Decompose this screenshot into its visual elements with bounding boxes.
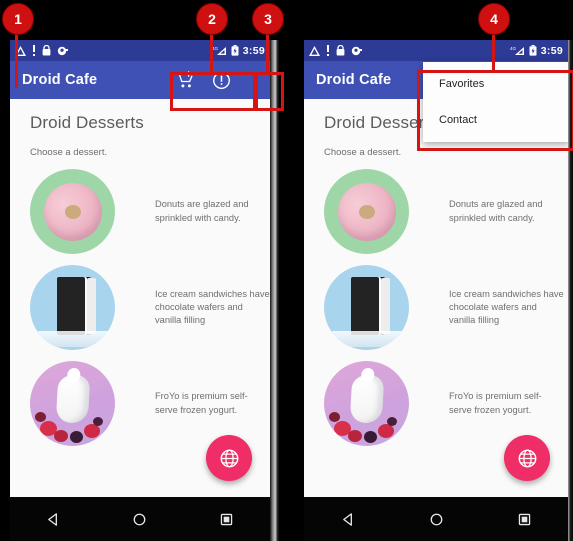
back-button[interactable] <box>333 504 363 534</box>
add-to-cart-button[interactable] <box>174 69 196 91</box>
system-navigation-bar <box>304 497 568 541</box>
home-button[interactable] <box>421 504 451 534</box>
status-bar: 4G 3:59 <box>10 40 270 61</box>
recents-button[interactable] <box>212 504 242 534</box>
status-bar-right-icons: 4G 3:59 <box>212 45 265 57</box>
callout-badge-4: 4 <box>478 3 510 35</box>
home-button[interactable] <box>125 504 155 534</box>
circle-dot-icon <box>351 46 362 56</box>
phone-bezel-right <box>270 40 286 541</box>
battery-icon <box>231 45 239 56</box>
lock-icon <box>336 45 345 56</box>
callout-badge-2: 2 <box>196 3 228 35</box>
network-signal-icon: 4G <box>510 45 525 56</box>
list-item[interactable]: Donuts are glazed and sprinkled with can… <box>304 169 568 254</box>
status-bar-left-icons <box>15 45 212 56</box>
share-fab[interactable] <box>504 435 550 481</box>
list-item-description: FroYo is premium self-serve frozen yogur… <box>449 391 542 415</box>
page-subtitle: Choose a dessert. <box>30 147 108 158</box>
warning-triangle-icon <box>15 45 26 56</box>
globe-icon <box>220 449 238 467</box>
list-item-description: Ice cream sandwiches have chocolate wafe… <box>155 288 270 326</box>
toolbar-actions <box>174 69 264 91</box>
phone-bezel-right <box>568 40 573 541</box>
phone-screen-right: 4G 3:59 Droid Cafe Droid Desserts Choose… <box>304 40 568 541</box>
callout-badge-1: 1 <box>2 3 34 35</box>
froyo-image <box>30 361 115 446</box>
svg-text:4G: 4G <box>510 46 517 51</box>
svg-text:4G: 4G <box>212 46 219 51</box>
network-signal-icon: 4G <box>212 45 227 56</box>
exclamation-icon <box>326 45 330 56</box>
share-fab[interactable] <box>206 435 252 481</box>
status-bar-right-icons: 4G 3:59 <box>510 45 563 57</box>
overflow-dot <box>252 78 256 82</box>
menu-item-contact[interactable]: Contact <box>423 102 568 138</box>
list-item-description: Donuts are glazed and sprinkled with can… <box>449 199 543 223</box>
dessert-list-screen: Droid Desserts Choose a dessert. Donuts … <box>304 99 568 497</box>
phone-screen-left: 4G 3:59 Droid Cafe Droid Desserts Choose… <box>10 40 270 541</box>
ice-cream-sandwich-image <box>30 265 115 350</box>
froyo-image <box>324 361 409 446</box>
overflow-dot <box>252 84 256 87</box>
donut-image <box>30 169 115 254</box>
info-alert-icon <box>212 71 230 89</box>
page-title: Droid Desserts <box>30 113 144 132</box>
page-subtitle: Choose a dessert. <box>324 147 402 158</box>
app-title: Droid Cafe <box>22 72 98 88</box>
lock-icon <box>42 45 51 56</box>
list-item-description: Donuts are glazed and sprinkled with can… <box>155 199 249 223</box>
list-item[interactable]: FroYo is premium self-serve frozen yogur… <box>10 361 270 446</box>
globe-icon <box>518 449 536 467</box>
phone-screenshot-right: 4G 3:59 Droid Cafe Droid Desserts Choose… <box>300 40 573 541</box>
exclamation-icon <box>32 45 36 56</box>
ice-cream-sandwich-image <box>324 265 409 350</box>
phone-screenshot-left: 4G 3:59 Droid Cafe Droid Desserts Choose… <box>0 40 286 541</box>
phone-bezel-left <box>0 40 10 541</box>
circle-dot-icon <box>57 46 68 56</box>
donut-image <box>324 169 409 254</box>
list-item[interactable]: Donuts are glazed and sprinkled with can… <box>10 169 270 254</box>
warning-triangle-icon <box>309 45 320 56</box>
overflow-dot <box>252 73 256 76</box>
callout-badge-3: 3 <box>252 3 284 35</box>
status-bar-clock: 3:59 <box>242 44 265 57</box>
options-popup-menu: Favorites Contact <box>423 62 568 142</box>
status-bar-left-icons <box>309 45 510 56</box>
list-item-description: FroYo is premium self-serve frozen yogur… <box>155 391 248 415</box>
system-navigation-bar <box>10 497 270 541</box>
list-item-description: Ice cream sandwiches have chocolate wafe… <box>449 288 564 326</box>
add-to-cart-icon <box>175 70 193 87</box>
screenshot-stage: 4G 3:59 Droid Cafe Droid Desserts Choose… <box>0 0 573 541</box>
list-item[interactable]: Ice cream sandwiches have chocolate wafe… <box>10 265 270 350</box>
status-bar: 4G 3:59 <box>304 40 568 61</box>
back-button[interactable] <box>38 504 68 534</box>
menu-item-favorites[interactable]: Favorites <box>423 66 568 102</box>
list-item[interactable]: Ice cream sandwiches have chocolate wafe… <box>304 265 568 350</box>
dessert-list-screen: Droid Desserts Choose a dessert. Donuts … <box>10 99 270 497</box>
overflow-menu-button[interactable] <box>246 69 262 91</box>
battery-icon <box>529 45 537 56</box>
recents-button[interactable] <box>509 504 539 534</box>
app-toolbar: Droid Cafe <box>10 61 270 99</box>
info-alert-button[interactable] <box>210 69 232 91</box>
list-item[interactable]: FroYo is premium self-serve frozen yogur… <box>304 361 568 446</box>
status-bar-clock: 3:59 <box>540 44 563 57</box>
